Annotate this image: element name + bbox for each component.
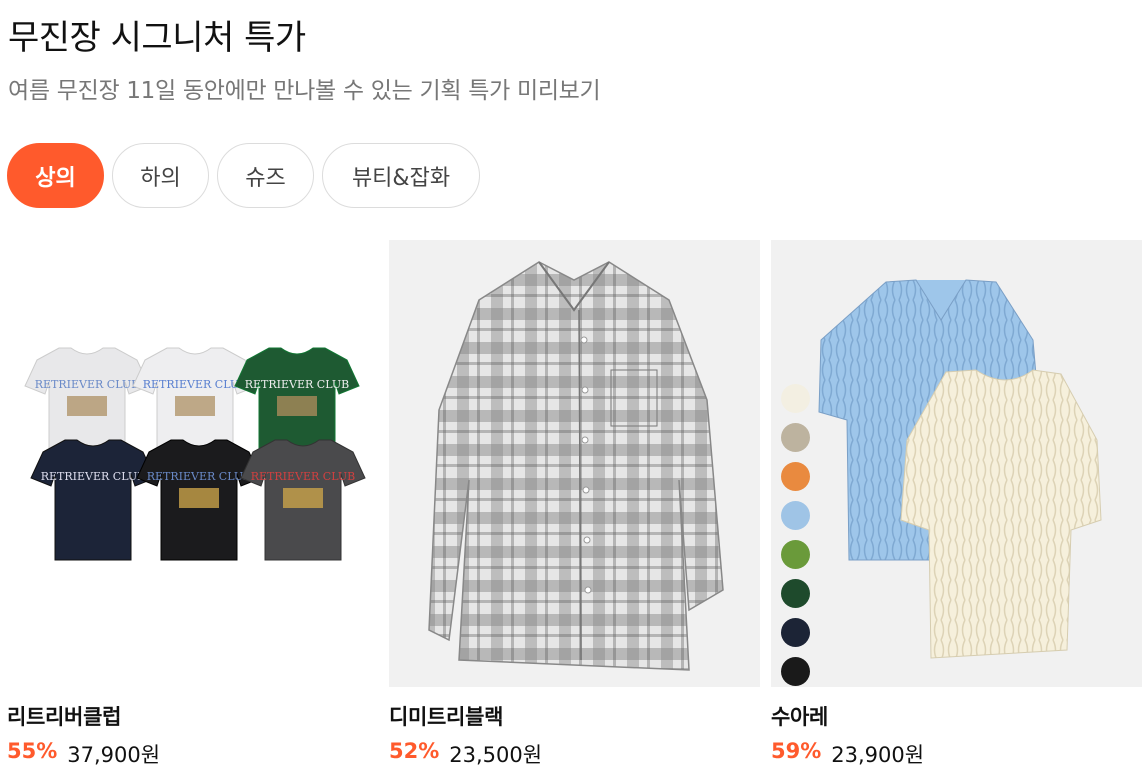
color-swatches bbox=[781, 384, 810, 686]
color-swatch[interactable] bbox=[781, 540, 810, 569]
page-subtitle: 여름 무진장 11일 동안에만 만나볼 수 있는 기획 특가 미리보기 bbox=[8, 78, 601, 104]
product-image[interactable] bbox=[389, 240, 760, 687]
product-card[interactable]: RETRIEVER CLUB RETRIEVER CLUB RETRIEVER … bbox=[7, 240, 378, 769]
color-swatch[interactable] bbox=[781, 423, 810, 452]
color-swatch[interactable] bbox=[781, 579, 810, 608]
product-brand: 수아레 bbox=[771, 705, 829, 729]
price: 23,500원 bbox=[449, 743, 543, 767]
tab-tops[interactable]: 상의 bbox=[7, 143, 104, 208]
product-brand: 디미트리블랙 bbox=[389, 705, 504, 729]
tab-beauty-goods[interactable]: 뷰티&잡화 bbox=[322, 143, 480, 208]
product-image[interactable] bbox=[771, 240, 1142, 687]
check-shirt-illustration bbox=[428, 261, 724, 671]
product-image[interactable]: RETRIEVER CLUB RETRIEVER CLUB RETRIEVER … bbox=[7, 240, 378, 687]
tshirts-illustration: RETRIEVER CLUB RETRIEVER CLUB RETRIEVER … bbox=[24, 347, 366, 561]
category-tabs: 상의 하의 슈즈 뷰티&잡화 bbox=[7, 143, 480, 208]
tab-bottoms[interactable]: 하의 bbox=[112, 143, 209, 208]
svg-text:RETRIEVER CLUB: RETRIEVER CLUB bbox=[35, 378, 140, 391]
color-swatch[interactable] bbox=[781, 657, 810, 686]
svg-text:RETRIEVER CLUB: RETRIEVER CLUB bbox=[147, 470, 252, 483]
product-brand: 리트리버클럽 bbox=[7, 705, 122, 729]
svg-text:RETRIEVER CLUB: RETRIEVER CLUB bbox=[41, 470, 146, 483]
tab-shoes[interactable]: 슈즈 bbox=[217, 143, 314, 208]
discount-rate: 55% bbox=[7, 739, 58, 763]
product-card[interactable]: 디미트리블랙 52% 23,500원 bbox=[389, 240, 760, 769]
price: 37,900원 bbox=[67, 743, 161, 767]
product-card[interactable]: 수아레 59% 23,900원 bbox=[771, 240, 1142, 769]
color-swatch[interactable] bbox=[781, 618, 810, 647]
color-swatch[interactable] bbox=[781, 384, 810, 413]
color-swatch[interactable] bbox=[781, 462, 810, 491]
svg-text:RETRIEVER CLUB: RETRIEVER CLUB bbox=[245, 378, 350, 391]
price: 23,900원 bbox=[831, 743, 925, 767]
svg-text:RETRIEVER CLUB: RETRIEVER CLUB bbox=[251, 470, 356, 483]
page-title: 무진장 시그니처 특가 bbox=[8, 18, 306, 58]
discount-rate: 59% bbox=[771, 739, 822, 763]
svg-text:RETRIEVER CLUB: RETRIEVER CLUB bbox=[143, 378, 248, 391]
knit-illustration bbox=[818, 279, 1102, 659]
discount-rate: 52% bbox=[389, 739, 440, 763]
color-swatch[interactable] bbox=[781, 501, 810, 530]
